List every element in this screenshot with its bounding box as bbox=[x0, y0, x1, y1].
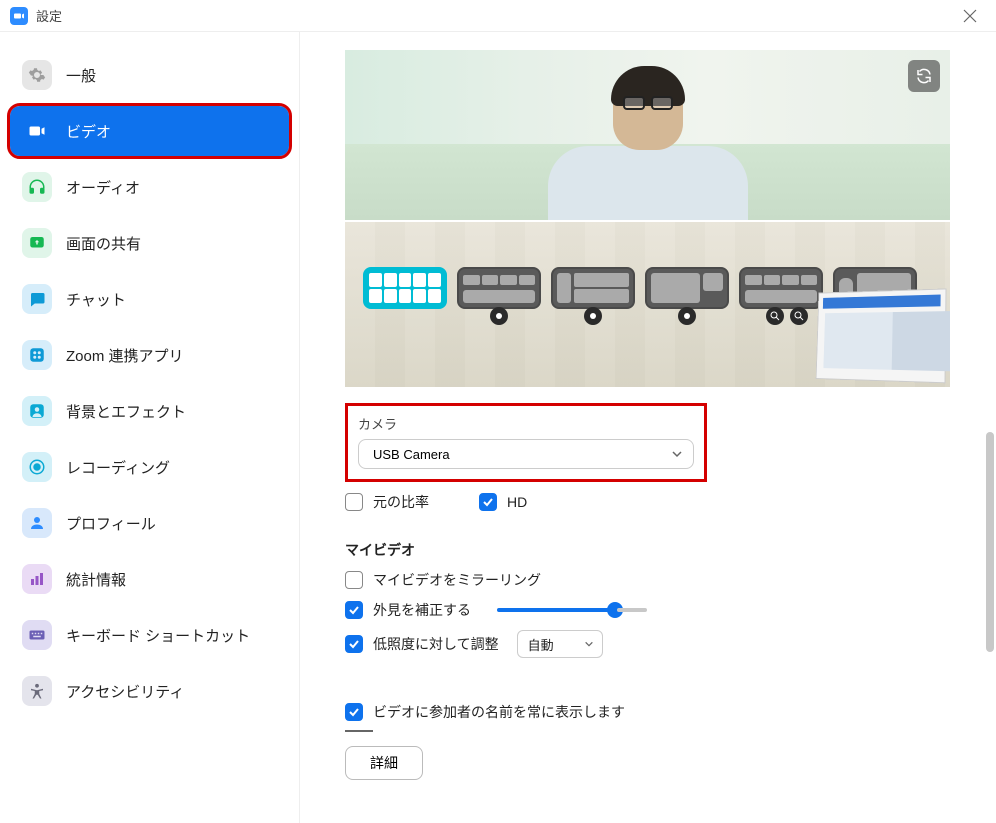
statistics-icon bbox=[22, 564, 52, 594]
sidebar-item-label: キーボード ショートカット bbox=[66, 625, 250, 646]
original-ratio-checkbox[interactable] bbox=[345, 493, 363, 511]
recording-icon bbox=[22, 452, 52, 482]
touchup-checkbox[interactable] bbox=[345, 601, 363, 619]
layout-badge-icon bbox=[490, 307, 508, 325]
sidebar-item-profile[interactable]: プロフィール bbox=[10, 498, 289, 548]
sidebar-item-video[interactable]: ビデオ bbox=[10, 106, 289, 156]
lowlight-mode-value: 自動 bbox=[528, 635, 554, 654]
sidebar: 一般 ビデオ オーディオ 画面の共有 チャット bbox=[0, 32, 300, 823]
sidebar-item-label: プロフィール bbox=[66, 513, 156, 534]
original-ratio-label: 元の比率 bbox=[373, 492, 429, 512]
always-show-names-checkbox[interactable] bbox=[345, 703, 363, 721]
sidebar-item-label: チャット bbox=[66, 289, 126, 310]
layout-option-speaker-pip[interactable] bbox=[645, 267, 729, 309]
accessibility-icon bbox=[22, 676, 52, 706]
lowlight-label: 低照度に対して調整 bbox=[373, 634, 499, 654]
profile-icon bbox=[22, 508, 52, 538]
main: 一般 ビデオ オーディオ 画面の共有 チャット bbox=[0, 32, 996, 823]
titlebar: 設定 bbox=[0, 0, 996, 32]
sidebar-item-label: 一般 bbox=[66, 65, 96, 86]
sidebar-item-label: Zoom 連携アプリ bbox=[66, 345, 184, 366]
headphones-icon bbox=[22, 172, 52, 202]
camera-preview bbox=[345, 50, 950, 220]
layout-option-strip-top[interactable] bbox=[457, 267, 541, 309]
sidebar-item-statistics[interactable]: 統計情報 bbox=[10, 554, 289, 604]
content: カメラ USB Camera 元の比率 HD bbox=[300, 32, 996, 823]
camera-select[interactable]: USB Camera bbox=[358, 439, 694, 469]
sidebar-item-general[interactable]: 一般 bbox=[10, 50, 289, 100]
sidebar-item-audio[interactable]: オーディオ bbox=[10, 162, 289, 212]
scrollbar[interactable] bbox=[986, 432, 994, 652]
sidebar-item-label: オーディオ bbox=[66, 177, 140, 198]
advanced-button[interactable]: 詳細 bbox=[345, 746, 423, 780]
apps-icon bbox=[22, 340, 52, 370]
layout-option-gallery[interactable] bbox=[363, 267, 447, 309]
layout-badge-zoom-icon bbox=[790, 307, 808, 325]
app-icon bbox=[10, 7, 28, 25]
video-layout-options bbox=[345, 222, 950, 387]
rotate-camera-button[interactable] bbox=[908, 60, 940, 92]
chat-icon bbox=[22, 284, 52, 314]
gear-icon bbox=[22, 60, 52, 90]
sidebar-item-label: 統計情報 bbox=[66, 569, 126, 590]
hd-checkbox[interactable] bbox=[479, 493, 497, 511]
video-preview-area bbox=[345, 50, 950, 387]
sidebar-item-accessibility[interactable]: アクセシビリティ bbox=[10, 666, 289, 716]
sidebar-item-label: 画面の共有 bbox=[66, 233, 141, 254]
mirror-label: マイビデオをミラーリング bbox=[373, 570, 541, 590]
my-video-heading: マイビデオ bbox=[345, 540, 951, 560]
camera-selected-value: USB Camera bbox=[373, 447, 450, 462]
layout-option-strip-side[interactable] bbox=[551, 267, 635, 309]
layout-option-immersive-strip[interactable] bbox=[739, 267, 823, 309]
always-show-names-label: ビデオに参加者の名前を常に表示します bbox=[373, 702, 625, 722]
layout-badge-zoom-icon bbox=[766, 307, 784, 325]
sidebar-item-zoom-apps[interactable]: Zoom 連携アプリ bbox=[10, 330, 289, 380]
hd-label: HD bbox=[507, 494, 527, 510]
layout-badge-icon bbox=[584, 307, 602, 325]
video-icon bbox=[22, 116, 52, 146]
chevron-down-icon bbox=[671, 448, 683, 460]
camera-highlight-box: カメラ USB Camera bbox=[345, 403, 707, 482]
divider bbox=[345, 730, 373, 732]
close-button[interactable] bbox=[954, 2, 986, 30]
camera-label: カメラ bbox=[358, 414, 694, 433]
lowlight-mode-select[interactable]: 自動 bbox=[517, 630, 603, 658]
background-icon bbox=[22, 396, 52, 426]
sidebar-item-label: レコーディング bbox=[66, 457, 170, 478]
touchup-slider[interactable] bbox=[497, 608, 617, 612]
touchup-label: 外見を補正する bbox=[373, 600, 471, 620]
sidebar-item-label: アクセシビリティ bbox=[66, 681, 184, 702]
sidebar-item-chat[interactable]: チャット bbox=[10, 274, 289, 324]
sidebar-item-share-screen[interactable]: 画面の共有 bbox=[10, 218, 289, 268]
share-screen-icon bbox=[22, 228, 52, 258]
window-title: 設定 bbox=[36, 6, 62, 25]
chevron-down-icon bbox=[584, 639, 594, 649]
sidebar-item-label: ビデオ bbox=[66, 121, 111, 142]
camera-section: カメラ USB Camera 元の比率 HD bbox=[345, 403, 951, 512]
sidebar-item-background[interactable]: 背景とエフェクト bbox=[10, 386, 289, 436]
person-silhouette bbox=[558, 70, 738, 220]
secondary-screen-thumbnail bbox=[816, 288, 947, 383]
lowlight-checkbox[interactable] bbox=[345, 635, 363, 653]
sidebar-item-keyboard-shortcuts[interactable]: キーボード ショートカット bbox=[10, 610, 289, 660]
layout-badge-icon bbox=[678, 307, 696, 325]
keyboard-icon bbox=[22, 620, 52, 650]
sidebar-item-recording[interactable]: レコーディング bbox=[10, 442, 289, 492]
sidebar-item-label: 背景とエフェクト bbox=[66, 401, 186, 422]
mirror-checkbox[interactable] bbox=[345, 571, 363, 589]
